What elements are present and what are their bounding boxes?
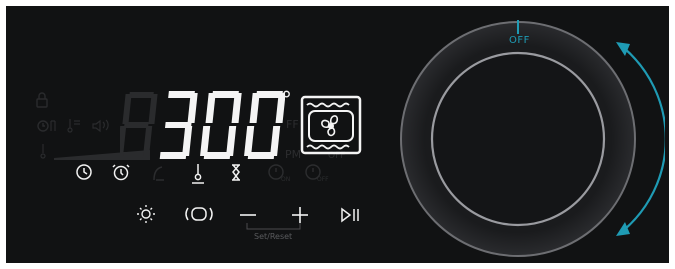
ghost-thermo2-icon	[40, 144, 46, 159]
thermometer-icon[interactable]	[192, 164, 204, 184]
ghost-sensor-icon	[50, 120, 56, 131]
digit-3	[159, 91, 198, 159]
plus-button[interactable]	[292, 207, 308, 223]
set-reset-bracket	[246, 223, 301, 230]
knob-inner-ring	[430, 51, 606, 227]
hourglass-icon[interactable]	[232, 164, 240, 181]
clock-icon[interactable]	[76, 164, 92, 180]
ghost-digit	[120, 92, 158, 158]
digit-0b	[244, 91, 285, 159]
knob-off-label: OFF	[509, 35, 530, 46]
degree-symbol: °	[281, 88, 292, 113]
arrow-up-icon	[616, 42, 630, 56]
selector-knob[interactable]	[380, 8, 665, 266]
temperature-display	[159, 91, 285, 159]
function-icon-row: ON OFF	[76, 164, 329, 184]
set-reset-label: Set/Reset	[254, 232, 293, 241]
probe-icon	[153, 166, 164, 181]
ghost-off-text: FF	[286, 118, 299, 131]
control-buttons	[137, 205, 359, 230]
alarm-clock-icon[interactable]	[112, 164, 130, 181]
fan-button[interactable]	[185, 207, 213, 221]
lock-icon	[36, 92, 48, 108]
ghost-thermo-icon	[67, 119, 80, 133]
timer-off-label: OFF	[317, 176, 329, 183]
light-button[interactable]	[137, 205, 155, 223]
timer-on-label: ON	[281, 176, 290, 183]
ghost-speaker-icon	[92, 119, 109, 133]
convection-fan-mode-icon	[300, 95, 362, 155]
ghost-clock-icon	[37, 120, 49, 132]
start-pause-button[interactable]	[341, 207, 359, 223]
digit-0a	[200, 91, 242, 159]
arrow-down-icon	[616, 222, 630, 236]
